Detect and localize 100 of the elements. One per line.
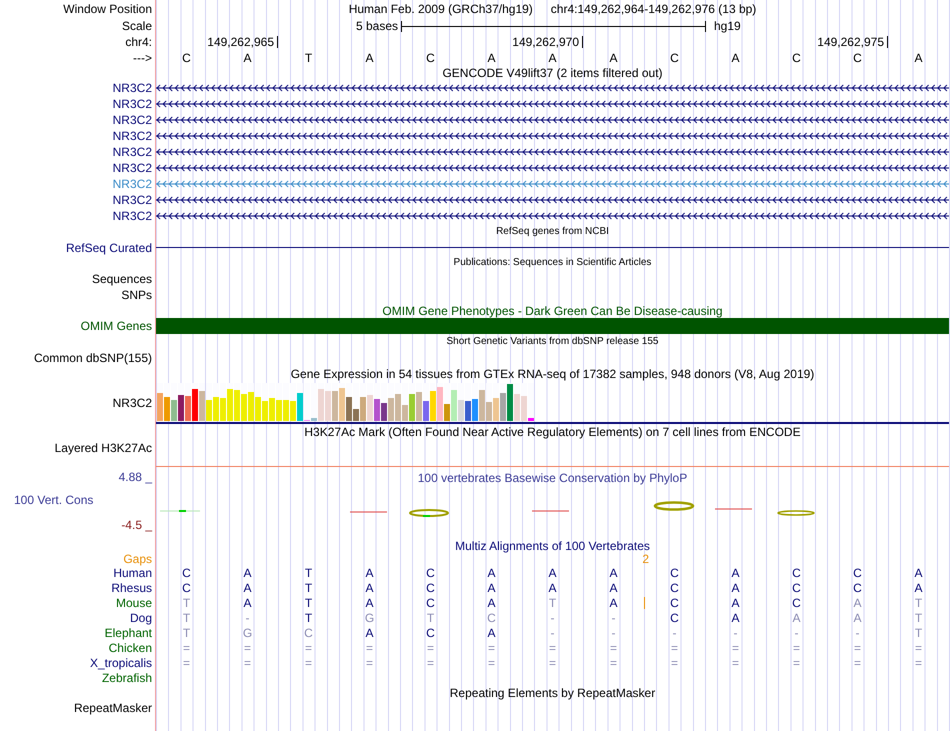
aligned-base: = [792,656,800,670]
aligned-base: C [670,596,679,610]
aligned-base: A [914,580,922,594]
gene-strand-drawing[interactable] [156,131,949,141]
track-label[interactable]: NR3C2 [112,209,152,223]
position-text: chr4:149,262,964-149,262,976 (13 bp) [550,2,756,16]
coordinate-text: 149,262,970 [512,35,579,49]
scale-text: 5 bases [354,19,399,33]
track-label[interactable]: NR3C2 [112,145,152,159]
aligned-base: - [856,626,860,640]
track-label[interactable]: NR3C2 [112,113,152,127]
track-label[interactable]: Common dbSNP(155) [34,351,152,365]
track-label[interactable]: Window Position [63,2,152,16]
aligned-base: T [914,626,922,640]
aligned-base: = [792,640,800,654]
gene-strand-drawing[interactable] [156,195,949,205]
track-label[interactable]: Mouse [116,596,152,610]
track-label[interactable]: NR3C2 [112,129,152,143]
track-label[interactable]: Chicken [108,640,152,654]
aligned-base: A [487,626,496,640]
track-title: Gene Expression in 54 tissues from GTEx RNA-seq of 17382 samples, 948 donors (V8, Aug 2019) [290,366,816,380]
aligned-base: T [304,596,312,610]
track-label[interactable]: Zebrafish [102,670,152,684]
base-letter: C [853,50,862,64]
aligned-base: A [853,610,862,624]
track-title: OMIM Gene Phenotypes - Dark Green Can Be Disease-causing [381,304,724,318]
base-letter: C [670,50,679,64]
track-title: Multiz Alignments of 100 Vertebrates [454,538,651,552]
aligned-base: C [426,580,435,594]
gene-strand-drawing[interactable] [156,163,949,173]
aligned-base: A [609,580,618,594]
track-label[interactable]: RepeatMasker [74,701,152,715]
track-label[interactable]: NR3C2 [112,81,152,95]
gene-strand-drawing[interactable] [156,99,949,109]
aligned-base: A [365,596,374,610]
gene-strand-drawing[interactable] [156,147,949,157]
aligned-base: G [242,626,252,640]
aligned-base: = [854,640,861,654]
aligned-base: A [548,580,556,594]
phenotype-bar[interactable] [156,318,949,334]
track-label[interactable]: X_tropicalis [90,656,152,670]
base-letter: A [243,50,252,64]
track-title: Publications: Sequences in Scientific Articles [452,256,652,270]
aligned-base: C [487,610,496,624]
assembly-text: hg19 [713,19,742,33]
aligned-base: C [426,626,435,640]
aligned-base: C [182,566,191,580]
track-label[interactable]: NR3C2 [112,193,152,207]
gene-strand-drawing[interactable] [156,115,949,125]
track-title: GENCODE V49lift37 (2 items filtered out) [441,66,664,80]
gene-strand-drawing[interactable] [156,83,949,93]
track-label[interactable]: NR3C2 [112,177,152,191]
track-label[interactable]: chr4: [125,35,152,49]
track-label[interactable]: Layered H3K27Ac [54,441,152,455]
aligned-base: T [182,610,190,624]
track-label[interactable]: ---> [133,50,152,64]
gene-strand-drawing[interactable] [156,211,949,221]
base-letter: C [792,50,801,64]
track-label[interactable]: NR3C2 [112,161,152,175]
track-label[interactable]: Dog [130,610,152,624]
track-label[interactable]: Sequences [92,272,152,286]
aligned-base: C [853,566,862,580]
aligned-base: T [182,596,190,610]
coordinate-text: 149,262,965 [207,35,274,49]
aligned-base: A [243,596,252,610]
aligned-base: = [182,640,190,654]
expression-bar[interactable] [374,398,380,421]
aligned-base: A [731,580,740,594]
track-label[interactable]: Elephant [104,626,152,640]
base-letter: A [731,50,740,64]
aligned-base: A [731,596,740,610]
track-label[interactable]: Human [113,566,152,580]
aligned-base: A [365,566,374,580]
track-label[interactable]: NR3C2 [112,396,152,410]
aligned-base: = [670,656,678,670]
track-label[interactable]: OMIM Genes [80,319,152,333]
base-letter: A [609,50,618,64]
aligned-base: = [304,656,312,670]
base-letter: T [304,50,312,64]
track-label[interactable]: RefSeq Curated [66,240,152,254]
aligned-base: C [182,580,191,594]
track-title: Repeating Elements by RepeatMasker [448,686,656,700]
aligned-base: - [550,610,554,624]
aligned-base: C [426,566,435,580]
track-label[interactable]: Rhesus [111,580,152,594]
aligned-base: = [914,656,922,670]
aligned-base: = [244,640,251,654]
track-label[interactable]: SNPs [121,288,152,302]
track-label[interactable]: NR3C2 [112,97,152,111]
gap-count: 2 [642,553,649,565]
aligned-base: T [304,610,312,624]
aligned-base: - [246,610,250,624]
aligned-base: = [548,656,556,670]
aligned-base: A [609,596,618,610]
coordinate-text: 149,262,975 [817,35,884,49]
aligned-base: T [914,610,922,624]
track-title: RefSeq genes from NCBI [495,225,610,239]
track-label[interactable]: Scale [122,19,152,33]
aligned-base: - [612,626,616,640]
track-label[interactable]: 100 Vert. Cons [14,493,94,507]
